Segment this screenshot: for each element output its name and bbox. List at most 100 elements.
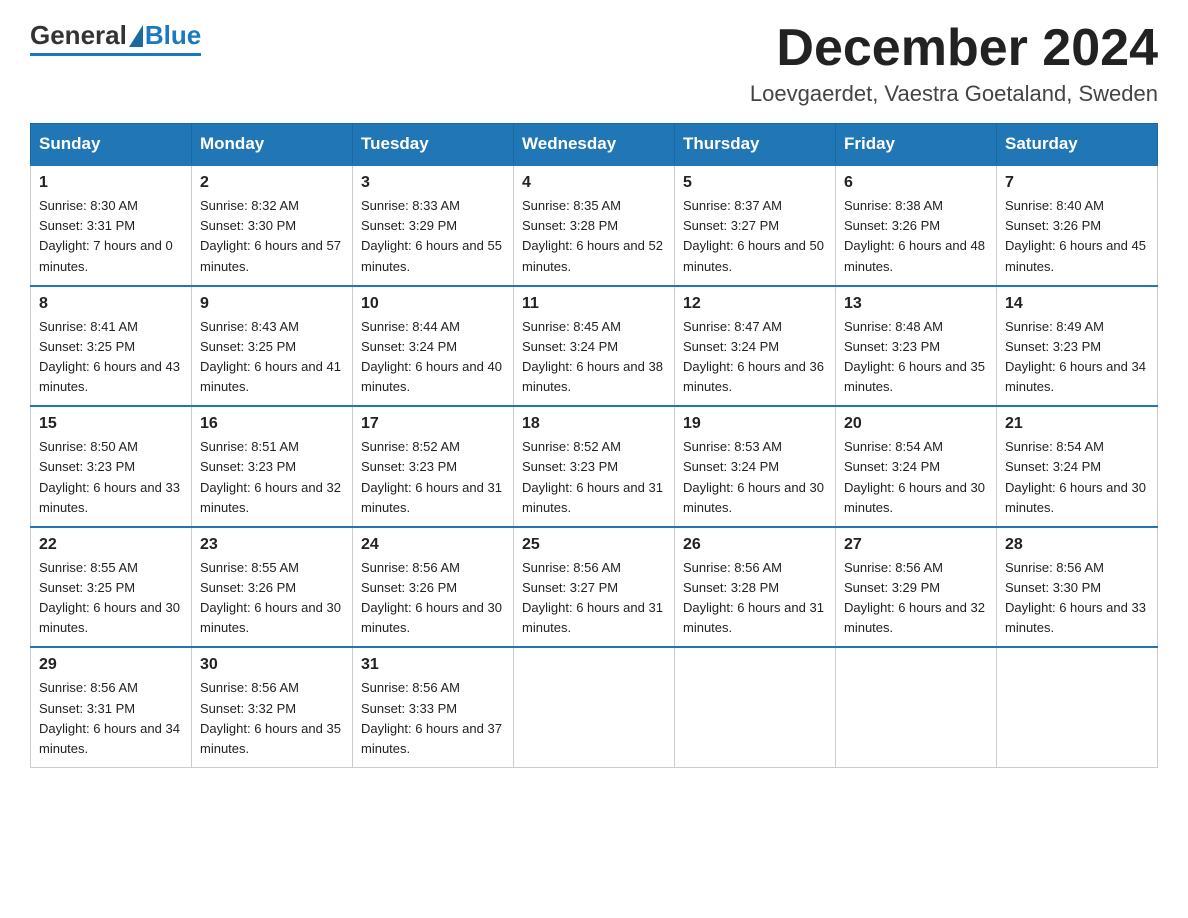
calendar-day-cell: 31 Sunrise: 8:56 AMSunset: 3:33 PMDayligh… <box>353 647 514 767</box>
day-number: 1 <box>39 174 183 192</box>
day-number: 4 <box>522 174 666 192</box>
calendar-day-cell: 13 Sunrise: 8:48 AMSunset: 3:23 PMDayligh… <box>836 286 997 407</box>
day-info: Sunrise: 8:45 AMSunset: 3:24 PMDaylight:… <box>522 317 666 398</box>
calendar-day-cell: 7Sunrise: 8:40 AMSunset: 3:26 PMDaylight… <box>997 165 1158 286</box>
calendar-day-cell: 24 Sunrise: 8:56 AMSunset: 3:26 PMDayligh… <box>353 527 514 648</box>
day-info: Sunrise: 8:40 AMSunset: 3:26 PMDaylight:… <box>1005 196 1149 277</box>
day-info: Sunrise: 8:37 AMSunset: 3:27 PMDaylight:… <box>683 196 827 277</box>
day-info: Sunrise: 8:48 AMSunset: 3:23 PMDaylight:… <box>844 317 988 398</box>
day-number: 16 <box>200 415 344 433</box>
day-number: 30 <box>200 656 344 674</box>
calendar-day-cell: 30Sunrise: 8:56 AMSunset: 3:32 PMDayligh… <box>192 647 353 767</box>
day-number: 28 <box>1005 536 1149 554</box>
calendar-day-cell: 1Sunrise: 8:30 AMSunset: 3:31 PMDaylight… <box>31 165 192 286</box>
calendar-weekday-saturday: Saturday <box>997 124 1158 166</box>
calendar-weekday-sunday: Sunday <box>31 124 192 166</box>
calendar-weekday-wednesday: Wednesday <box>514 124 675 166</box>
calendar-day-cell: 23Sunrise: 8:55 AMSunset: 3:26 PMDayligh… <box>192 527 353 648</box>
day-number: 22 <box>39 536 183 554</box>
day-info: Sunrise: 8:56 AMSunset: 3:29 PMDaylight:… <box>844 558 988 639</box>
day-number: 8 <box>39 295 183 313</box>
calendar-day-cell: 8 Sunrise: 8:41 AMSunset: 3:25 PMDaylight… <box>31 286 192 407</box>
logo-underline <box>30 53 201 56</box>
day-number: 10 <box>361 295 505 313</box>
day-info: Sunrise: 8:56 AMSunset: 3:26 PMDaylight:… <box>361 558 505 639</box>
calendar-week-row: 15 Sunrise: 8:50 AMSunset: 3:23 PMDayligh… <box>31 406 1158 527</box>
day-info: Sunrise: 8:49 AMSunset: 3:23 PMDaylight:… <box>1005 317 1149 398</box>
calendar-day-cell: 17Sunrise: 8:52 AMSunset: 3:23 PMDayligh… <box>353 406 514 527</box>
calendar-day-cell: 29Sunrise: 8:56 AMSunset: 3:31 PMDayligh… <box>31 647 192 767</box>
day-number: 26 <box>683 536 827 554</box>
calendar-weekday-monday: Monday <box>192 124 353 166</box>
calendar-day-cell: 6Sunrise: 8:38 AMSunset: 3:26 PMDaylight… <box>836 165 997 286</box>
calendar-day-cell: 3 Sunrise: 8:33 AMSunset: 3:29 PMDaylight… <box>353 165 514 286</box>
day-number: 9 <box>200 295 344 313</box>
calendar-day-cell: 4 Sunrise: 8:35 AMSunset: 3:28 PMDaylight… <box>514 165 675 286</box>
calendar-day-cell: 22 Sunrise: 8:55 AMSunset: 3:25 PMDayligh… <box>31 527 192 648</box>
day-number: 14 <box>1005 295 1149 313</box>
calendar-day-cell <box>997 647 1158 767</box>
day-number: 13 <box>844 295 988 313</box>
day-number: 25 <box>522 536 666 554</box>
logo-general-text: General <box>30 20 127 51</box>
calendar-day-cell <box>514 647 675 767</box>
page-header: General Blue December 2024 Loevgaerdet, … <box>30 20 1158 107</box>
day-info: Sunrise: 8:52 AMSunset: 3:23 PMDaylight:… <box>361 437 505 518</box>
calendar-day-cell: 28 Sunrise: 8:56 AMSunset: 3:30 PMDayligh… <box>997 527 1158 648</box>
calendar-day-cell: 16 Sunrise: 8:51 AMSunset: 3:23 PMDayligh… <box>192 406 353 527</box>
day-info: Sunrise: 8:44 AMSunset: 3:24 PMDaylight:… <box>361 317 505 398</box>
day-info: Sunrise: 8:32 AMSunset: 3:30 PMDaylight:… <box>200 196 344 277</box>
calendar-day-cell: 21Sunrise: 8:54 AMSunset: 3:24 PMDayligh… <box>997 406 1158 527</box>
day-info: Sunrise: 8:50 AMSunset: 3:23 PMDaylight:… <box>39 437 183 518</box>
day-info: Sunrise: 8:56 AMSunset: 3:28 PMDaylight:… <box>683 558 827 639</box>
day-info: Sunrise: 8:51 AMSunset: 3:23 PMDaylight:… <box>200 437 344 518</box>
month-title: December 2024 <box>750 20 1158 77</box>
day-number: 5 <box>683 174 827 192</box>
calendar-day-cell: 19Sunrise: 8:53 AMSunset: 3:24 PMDayligh… <box>675 406 836 527</box>
calendar-day-cell: 27 Sunrise: 8:56 AMSunset: 3:29 PMDayligh… <box>836 527 997 648</box>
calendar-day-cell: 2 Sunrise: 8:32 AMSunset: 3:30 PMDaylight… <box>192 165 353 286</box>
day-number: 24 <box>361 536 505 554</box>
day-number: 15 <box>39 415 183 433</box>
calendar-day-cell: 15 Sunrise: 8:50 AMSunset: 3:23 PMDayligh… <box>31 406 192 527</box>
calendar-day-cell <box>675 647 836 767</box>
calendar-weekday-friday: Friday <box>836 124 997 166</box>
day-info: Sunrise: 8:33 AMSunset: 3:29 PMDaylight:… <box>361 196 505 277</box>
calendar-week-row: 22 Sunrise: 8:55 AMSunset: 3:25 PMDayligh… <box>31 527 1158 648</box>
calendar-day-cell: 25Sunrise: 8:56 AMSunset: 3:27 PMDayligh… <box>514 527 675 648</box>
calendar-weekday-thursday: Thursday <box>675 124 836 166</box>
day-number: 31 <box>361 656 505 674</box>
day-info: Sunrise: 8:56 AMSunset: 3:31 PMDaylight:… <box>39 678 183 759</box>
day-info: Sunrise: 8:38 AMSunset: 3:26 PMDaylight:… <box>844 196 988 277</box>
calendar-day-cell: 11Sunrise: 8:45 AMSunset: 3:24 PMDayligh… <box>514 286 675 407</box>
title-section: December 2024 Loevgaerdet, Vaestra Goeta… <box>750 20 1158 107</box>
day-number: 19 <box>683 415 827 433</box>
calendar-weekday-tuesday: Tuesday <box>353 124 514 166</box>
day-info: Sunrise: 8:56 AMSunset: 3:33 PMDaylight:… <box>361 678 505 759</box>
day-info: Sunrise: 8:55 AMSunset: 3:26 PMDaylight:… <box>200 558 344 639</box>
calendar-day-cell: 9 Sunrise: 8:43 AMSunset: 3:25 PMDaylight… <box>192 286 353 407</box>
location-title: Loevgaerdet, Vaestra Goetaland, Sweden <box>750 81 1158 107</box>
calendar-day-cell: 18 Sunrise: 8:52 AMSunset: 3:23 PMDayligh… <box>514 406 675 527</box>
day-info: Sunrise: 8:56 AMSunset: 3:30 PMDaylight:… <box>1005 558 1149 639</box>
day-info: Sunrise: 8:47 AMSunset: 3:24 PMDaylight:… <box>683 317 827 398</box>
day-info: Sunrise: 8:41 AMSunset: 3:25 PMDaylight:… <box>39 317 183 398</box>
day-info: Sunrise: 8:55 AMSunset: 3:25 PMDaylight:… <box>39 558 183 639</box>
calendar-day-cell: 14 Sunrise: 8:49 AMSunset: 3:23 PMDayligh… <box>997 286 1158 407</box>
day-info: Sunrise: 8:43 AMSunset: 3:25 PMDaylight:… <box>200 317 344 398</box>
calendar-day-cell: 26 Sunrise: 8:56 AMSunset: 3:28 PMDayligh… <box>675 527 836 648</box>
calendar-day-cell: 5 Sunrise: 8:37 AMSunset: 3:27 PMDaylight… <box>675 165 836 286</box>
logo-triangle-icon <box>129 25 143 47</box>
day-number: 18 <box>522 415 666 433</box>
day-info: Sunrise: 8:52 AMSunset: 3:23 PMDaylight:… <box>522 437 666 518</box>
day-info: Sunrise: 8:35 AMSunset: 3:28 PMDaylight:… <box>522 196 666 277</box>
day-number: 12 <box>683 295 827 313</box>
day-number: 27 <box>844 536 988 554</box>
calendar-day-cell: 12 Sunrise: 8:47 AMSunset: 3:24 PMDayligh… <box>675 286 836 407</box>
day-number: 2 <box>200 174 344 192</box>
day-number: 3 <box>361 174 505 192</box>
calendar-day-cell: 10 Sunrise: 8:44 AMSunset: 3:24 PMDayligh… <box>353 286 514 407</box>
logo-blue-text: Blue <box>145 20 201 51</box>
calendar-day-cell: 20Sunrise: 8:54 AMSunset: 3:24 PMDayligh… <box>836 406 997 527</box>
calendar-table: SundayMondayTuesdayWednesdayThursdayFrid… <box>30 123 1158 768</box>
